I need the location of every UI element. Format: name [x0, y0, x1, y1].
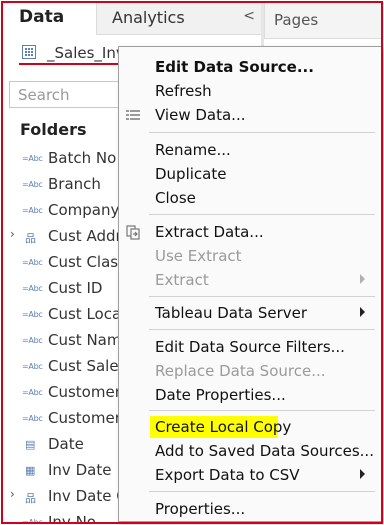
string-field-icon: =Abc	[22, 310, 43, 319]
field-name: Cust Sales	[48, 357, 127, 375]
field-name: Customer	[48, 383, 121, 401]
field-name: Inv Date O	[48, 487, 129, 505]
menu-separator	[149, 296, 375, 297]
menu-separator	[149, 410, 375, 411]
string-field-icon: =Abc	[22, 388, 43, 397]
menu-item-label: Replace Data Source...	[155, 362, 326, 380]
calculated-date-icon: ▦	[25, 464, 36, 477]
string-field-icon: =Abc	[22, 362, 43, 371]
string-field-icon: =Abc	[22, 414, 43, 423]
tab-data-label: Data	[19, 7, 65, 27]
menu-item-label: View Data...	[155, 106, 246, 124]
string-field-icon: =Abc	[22, 336, 43, 345]
menu-item-add-to-saved-data-sources[interactable]: Add to Saved Data Sources...	[119, 439, 381, 463]
tab-analytics-label: Analytics	[112, 8, 185, 27]
field-name: Inv No	[48, 513, 96, 522]
menu-item-properties[interactable]: Properties...	[119, 497, 381, 521]
menu-item-label: Close	[155, 189, 196, 207]
menu-item-label: Edit Data Source...	[155, 58, 314, 76]
menu-item-view-data[interactable]: View Data...	[119, 103, 381, 127]
field-name: Customer	[48, 409, 121, 427]
menu-item-edit-data-source[interactable]: Edit Data Source...	[119, 55, 381, 79]
menu-separator	[149, 491, 375, 492]
menu-separator	[149, 329, 375, 330]
menu-item-label: Properties...	[155, 500, 246, 518]
submenu-arrow-icon	[360, 469, 365, 479]
menu-item-export-data-to-csv[interactable]: Export Data to CSV	[119, 463, 381, 487]
field-name: Batch No	[48, 149, 117, 167]
string-field-icon: =Abc	[22, 180, 43, 189]
menu-item-label: Date Properties...	[155, 386, 286, 404]
folders-heading: Folders	[20, 120, 87, 139]
field-name: Inv Date	[48, 461, 112, 479]
menu-item-close[interactable]: Close	[119, 186, 381, 210]
hierarchy-icon: 品	[25, 232, 36, 245]
menu-item-extract: Extract	[119, 268, 381, 292]
tab-analytics[interactable]: Analytics <	[96, 3, 261, 35]
menu-item-date-properties[interactable]: Date Properties...	[119, 383, 381, 407]
menu-item-label: Extract Data...	[155, 223, 264, 241]
expand-caret-icon[interactable]: ›	[10, 487, 15, 501]
menu-item-label: Duplicate	[155, 165, 227, 183]
field-name: Branch	[48, 175, 101, 193]
menu-item-use-extract: Use Extract	[119, 244, 381, 268]
hierarchy-icon: 品	[25, 492, 36, 505]
string-field-icon: =Abc	[22, 154, 43, 163]
menu-item-label: Export Data to CSV	[155, 466, 300, 484]
field-name: Company	[48, 201, 120, 219]
pages-title: Pages	[274, 11, 319, 29]
menu-item-create-local-copy[interactable]: Create Local Copy	[119, 415, 381, 439]
menu-item-label: Edit Data Source Filters...	[155, 338, 345, 356]
panel-tabs: Data Analytics <	[3, 3, 261, 35]
menu-item-label: Add to Saved Data Sources...	[155, 442, 374, 460]
menu-item-label: Refresh	[155, 82, 212, 100]
extract-icon	[126, 225, 140, 240]
tab-data[interactable]: Data	[3, 3, 96, 35]
table-icon	[126, 110, 140, 120]
string-field-icon: =Abc	[22, 284, 43, 293]
context-menu: Edit Data Source... Refresh View Data...…	[118, 46, 382, 522]
menu-separator	[149, 132, 375, 133]
string-field-icon: =Abc	[22, 258, 43, 267]
string-field-icon: =Abc	[22, 518, 43, 522]
field-name: Cust Class	[48, 253, 126, 271]
search-input[interactable]: Search	[9, 81, 131, 108]
menu-item-replace-data-source: Replace Data Source...	[119, 359, 381, 383]
submenu-arrow-icon	[360, 274, 365, 284]
expand-caret-icon[interactable]: ›	[10, 227, 15, 241]
string-field-icon: =Abc	[22, 206, 43, 215]
data-source-icon	[22, 45, 36, 59]
menu-item-rename[interactable]: Rename...	[119, 138, 381, 162]
menu-item-tableau-data-server[interactable]: Tableau Data Server	[119, 301, 381, 325]
menu-separator	[149, 214, 375, 215]
menu-item-edit-data-source-filters[interactable]: Edit Data Source Filters...	[119, 335, 381, 359]
menu-item-label: Tableau Data Server	[155, 304, 308, 322]
collapse-chevron-icon[interactable]: <	[243, 8, 255, 24]
search-placeholder: Search	[18, 86, 70, 104]
menu-item-label: Extract	[155, 271, 209, 289]
menu-item-duplicate[interactable]: Duplicate	[119, 162, 381, 186]
menu-item-label: Rename...	[155, 141, 231, 159]
pages-panel: Pages	[264, 3, 382, 39]
field-name: Date	[48, 435, 84, 453]
field-name: Cust ID	[48, 279, 103, 297]
menu-item-extract-data[interactable]: Extract Data...	[119, 220, 381, 244]
menu-item-refresh[interactable]: Refresh	[119, 79, 381, 103]
field-name: Cust Addr	[48, 227, 122, 245]
menu-item-label: Create Local Copy	[155, 418, 292, 436]
menu-item-label: Use Extract	[155, 247, 242, 265]
field-name: Cust Locat	[48, 305, 128, 323]
date-field-icon: ▤	[25, 438, 36, 451]
submenu-arrow-icon	[360, 307, 365, 317]
